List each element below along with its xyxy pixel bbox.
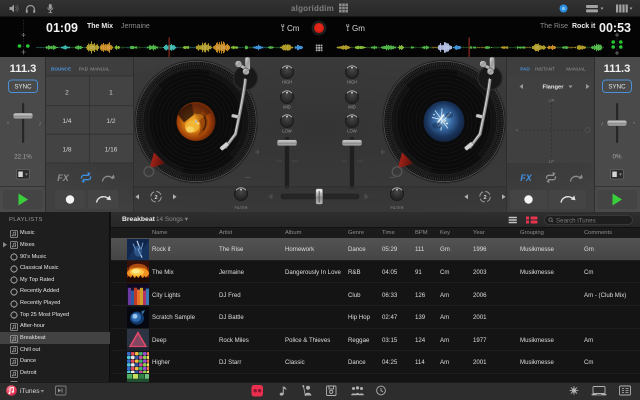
svg-text:1/16: 1/16 — [105, 147, 118, 154]
svg-text:2: 2 — [65, 90, 69, 97]
svg-text:Search iTunes: Search iTunes — [556, 217, 596, 224]
svg-text:111.3: 111.3 — [10, 63, 37, 75]
svg-text:1/4: 1/4 — [62, 118, 71, 125]
svg-text:2: 2 — [154, 195, 157, 201]
svg-text:111.3: 111.3 — [604, 63, 631, 75]
svg-text:FX: FX — [57, 173, 69, 183]
svg-text:MID: MID — [283, 105, 291, 110]
svg-text:MANUAL: MANUAL — [90, 66, 110, 71]
svg-text:FILTER: FILTER — [234, 205, 247, 210]
svg-text:♪: ♪ — [600, 121, 603, 128]
svg-text:iTunes: iTunes — [20, 388, 40, 395]
svg-text:HIGH: HIGH — [282, 80, 292, 85]
svg-text:FILTER: FILTER — [390, 205, 403, 210]
svg-text:UP: UP — [548, 98, 554, 103]
svg-text:LP: LP — [549, 159, 555, 164]
svg-text:Flanger: Flanger — [543, 85, 565, 91]
svg-text:0%: 0% — [613, 154, 622, 161]
svg-text:LOW: LOW — [282, 129, 292, 134]
svg-text:1/8: 1/8 — [62, 147, 71, 154]
svg-text:MID: MID — [348, 105, 356, 110]
svg-text:22.1%: 22.1% — [14, 154, 32, 161]
svg-text:1: 1 — [109, 90, 113, 97]
svg-text:HIGH: HIGH — [347, 80, 357, 85]
svg-text:INSTANT: INSTANT — [535, 66, 555, 71]
svg-text:PAD: PAD — [79, 66, 89, 71]
svg-text:2: 2 — [483, 195, 486, 201]
svg-text:LOW: LOW — [347, 129, 357, 134]
svg-text:1/2: 1/2 — [106, 118, 115, 125]
svg-text:BOUNCE: BOUNCE — [51, 66, 71, 71]
svg-text:MANUAL: MANUAL — [566, 66, 586, 71]
svg-text:SYNC: SYNC — [608, 84, 626, 91]
svg-text:FX: FX — [520, 173, 532, 183]
svg-text:♪: ♪ — [38, 121, 41, 128]
svg-text:SYNC: SYNC — [14, 84, 32, 91]
svg-text:PAD: PAD — [520, 66, 530, 71]
